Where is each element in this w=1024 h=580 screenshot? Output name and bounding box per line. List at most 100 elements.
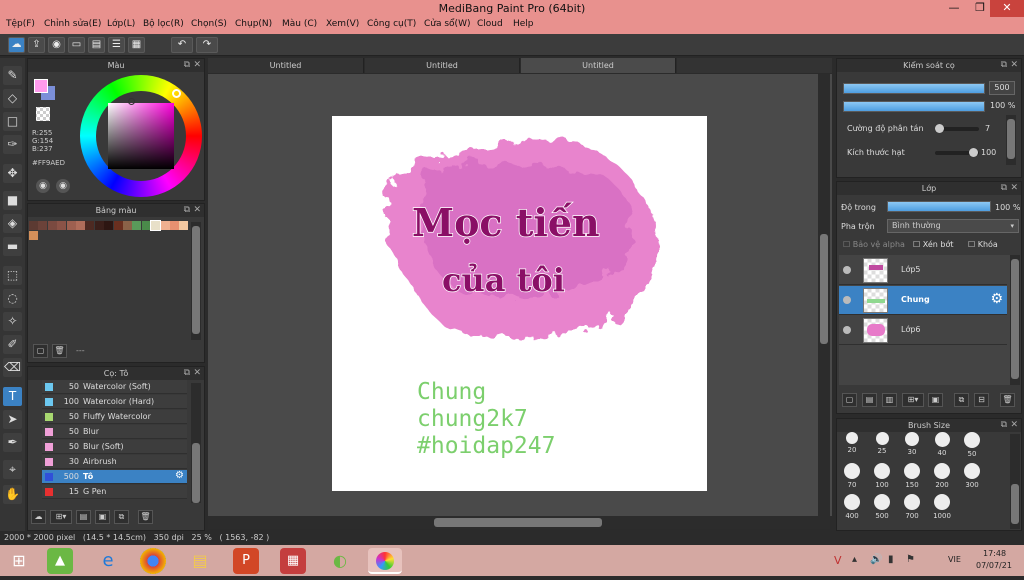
app-icon[interactable]: ▦ [280,548,306,574]
menu-file[interactable]: Tệp(F) [6,19,35,29]
operation-tool-icon[interactable]: ➤ [3,410,22,429]
brush-item-fluffy-watercolor[interactable]: 50 Fluffy Watercolor [42,410,187,424]
document-icon[interactable]: ▤ [88,37,105,53]
menu-capture[interactable]: Chụp(N) [235,19,272,29]
brush-size-option[interactable]: 70 [838,463,866,489]
scatter-slider[interactable] [935,124,979,133]
menu-select[interactable]: Chọn(S) [191,19,227,29]
palette-swatch[interactable] [38,221,48,230]
palette-swatch[interactable] [160,221,170,230]
palette-swatch[interactable] [170,221,179,230]
network-icon[interactable]: ▮ [888,554,894,565]
float-icon[interactable]: ⧉ [1001,59,1007,72]
select-pen-icon[interactable]: ✐ [3,335,22,354]
transparent-swatch[interactable] [36,107,50,121]
brush-size-option[interactable]: 50 [958,432,986,458]
eye-icon[interactable] [843,266,851,274]
tab-untitled-3[interactable]: Untitled [521,58,676,73]
share-icon[interactable]: ⇪ [28,37,45,53]
menu-window[interactable]: Cửa sổ(W) [424,19,470,29]
eye-icon[interactable] [843,326,851,334]
layer-row-lop6[interactable]: Lớp6 [839,316,1007,345]
tray-expand-icon[interactable]: ▴ [852,554,857,565]
gear-icon[interactable]: ⚙ [175,470,184,481]
close-button[interactable]: ✕ [990,0,1024,17]
hue-wheel[interactable] [80,75,202,197]
brush-size-option[interactable]: 700 [898,494,926,520]
brush-size-option[interactable]: 150 [898,463,926,489]
internet-explorer-icon[interactable]: e [95,548,121,574]
eye-icon[interactable] [843,296,851,304]
palette-swatch[interactable] [94,221,104,230]
add-color-icon[interactable]: ▢ [33,344,48,358]
brush-item-to[interactable]: 500 Tô ⚙ [42,470,187,484]
palette-swatch[interactable] [123,221,132,230]
bluestacks-icon[interactable]: ▲ [47,548,73,574]
add-brush-icon[interactable]: ⊞▾ [50,510,72,524]
layer-scrollbar[interactable] [1010,255,1020,385]
menu-layer[interactable]: Lớp(L) [107,19,135,29]
merge-layer-icon[interactable]: ⊟ [974,393,989,407]
palette-scrollbar[interactable] [191,222,201,340]
brush-item-airbrush[interactable]: 30 Airbrush [42,455,187,469]
clock-time[interactable]: 17:48 [983,549,1006,558]
protect-alpha-checkbox[interactable]: ☐ Bảo vệ alpha [843,240,905,249]
saturation-square[interactable] [108,103,174,169]
brush-control-scrollbar[interactable] [1006,115,1016,165]
minimize-button[interactable]: — [940,0,968,17]
menu-color[interactable]: Màu (C) [282,19,317,29]
rectangle-tool-icon[interactable]: □ [3,112,22,131]
brush-settings-icon[interactable]: ▤ [76,510,91,524]
brush-item-watercolor-soft[interactable]: 50 Watercolor (Soft) [42,380,187,394]
horizontal-scrollbar[interactable] [208,516,830,529]
brush-size-option[interactable]: 1000 [928,494,956,520]
brush-opacity-slider[interactable] [843,101,985,112]
trash-icon[interactable]: 🗑 [52,344,67,358]
brush-item-watercolor-hard[interactable]: 100 Watercolor (Hard) [42,395,187,409]
brush-size-option[interactable]: 30 [898,432,926,456]
menu-edit[interactable]: Chỉnh sửa(E) [44,19,101,29]
windows-start-icon[interactable]: ⊞ [6,548,32,574]
gradient-tool-icon[interactable]: ▬ [3,237,22,256]
folder-icon[interactable]: ▣ [95,510,110,524]
text-tool-icon[interactable]: T [3,387,22,406]
eraser-tool-icon[interactable]: ◇ [3,89,22,108]
panel-close-icon[interactable]: ✕ [1010,419,1018,432]
flag-icon[interactable]: ⚑ [906,554,915,565]
select-rect-icon[interactable]: ⬚ [3,266,22,285]
brush-size-option[interactable]: 200 [928,463,956,489]
list-icon[interactable]: ☰ [108,37,125,53]
language-indicator[interactable]: VIE [948,555,961,564]
vertical-scrollbar[interactable] [818,74,830,516]
magic-wand-icon[interactable]: ✧ [3,312,22,331]
palette-swatch[interactable] [85,221,95,230]
palette-swatch[interactable] [150,220,162,231]
cloud-brush-icon[interactable]: ☁ [31,510,46,524]
palette-swatch[interactable] [113,221,123,230]
comment-icon[interactable]: ◉ [48,37,65,53]
grid-icon[interactable]: ▦ [128,37,145,53]
app-2-icon[interactable]: ◐ [327,548,353,574]
brush-size-option[interactable]: 300 [958,463,986,489]
medibang-taskbar-icon[interactable] [368,548,402,574]
duplicate-layer-icon[interactable]: ⧉ [954,393,969,407]
brush-size-option[interactable]: 20 [838,432,866,454]
palette-swatch[interactable] [141,221,151,230]
brush-size-value[interactable]: 500 [989,81,1015,95]
eyedropper-icon[interactable]: ⌖ [3,460,22,479]
pen-tool-icon[interactable]: ✑ [3,135,22,154]
clipping-checkbox[interactable]: ☐ Xén bớt [913,240,953,249]
lock-checkbox[interactable]: ☐ Khóa [968,240,998,249]
menu-help[interactable]: Help [513,19,534,29]
file-explorer-icon[interactable]: ▤ [187,548,213,574]
palette-add-icon[interactable]: ◉ [56,179,70,193]
float-icon[interactable]: ⧉ [1001,419,1007,432]
brush-size-slider[interactable] [843,83,985,94]
panel-close-icon[interactable]: ✕ [1010,182,1018,195]
palette-swatch[interactable] [29,231,38,240]
brush-size-option[interactable]: 25 [868,432,896,455]
blend-mode-select[interactable]: Bình thường ▾ [887,219,1019,233]
bucket-tool-icon[interactable]: ◈ [3,214,22,233]
duplicate-icon[interactable]: ⧉ [114,510,129,524]
palette-swatch[interactable] [47,221,57,230]
